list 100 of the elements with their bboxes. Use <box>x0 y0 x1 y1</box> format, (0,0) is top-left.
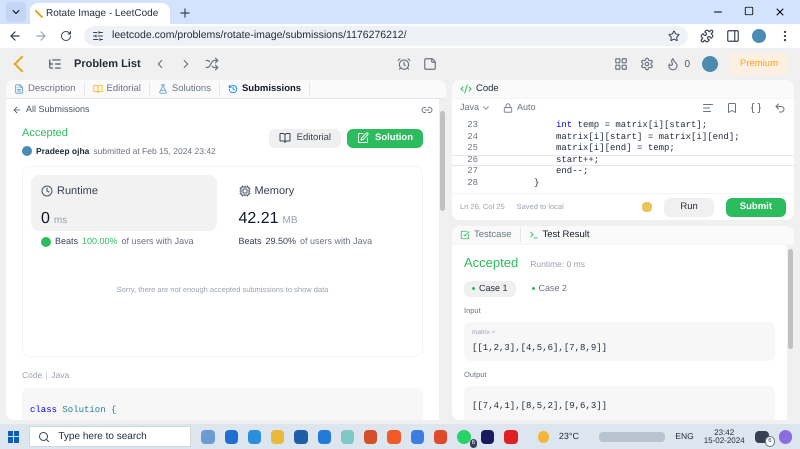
panel-tab[interactable]: Description <box>14 82 85 96</box>
alarm-icon <box>396 57 411 71</box>
memory-card-icon <box>238 185 250 197</box>
reload-icon <box>60 30 72 42</box>
edit-icon <box>357 132 369 144</box>
browser-tab[interactable]: Rotate Image - LeetCode <box>30 3 170 24</box>
search-placeholder: Type here to search <box>58 430 147 444</box>
back-link[interactable]: All Submissions <box>12 103 90 116</box>
panel-tab[interactable]: Submissions <box>228 82 310 96</box>
close-icon <box>774 6 786 18</box>
code-line: class Solution { <box>30 405 116 415</box>
restore-icon <box>744 6 754 16</box>
taskbar-app-icon[interactable] <box>481 430 494 444</box>
result-runtime: Runtime: 0 ms <box>530 258 585 271</box>
code-line: matrix[i][end] = temp; <box>555 142 675 155</box>
avatar <box>752 29 766 43</box>
flame-icon <box>666 57 680 71</box>
start-icon[interactable] <box>8 430 20 442</box>
problem-list-link[interactable]: Problem List <box>74 56 141 72</box>
result-status: Accepted <box>464 254 518 272</box>
submitted-time: submitted at Feb 15, 2024 23:42 <box>93 145 216 158</box>
language-dropdown[interactable]: Java <box>460 100 492 114</box>
panel-tab[interactable]: Testcase <box>460 228 520 242</box>
code-line: start++; <box>555 154 600 166</box>
stat-value: 0 <box>41 209 50 230</box>
notification-icon[interactable] <box>754 430 769 442</box>
code-language: Java <box>51 369 70 382</box>
run-button[interactable]: Run <box>664 198 714 216</box>
runtime-card-icon <box>41 185 53 197</box>
weather-icon <box>538 430 549 442</box>
list-icon <box>48 57 62 71</box>
document-icon <box>14 84 24 94</box>
tab-search-button[interactable] <box>6 2 26 22</box>
book-icon <box>278 132 291 144</box>
shuffle-icon <box>204 57 219 71</box>
panel-tab[interactable]: Solutions <box>158 82 220 96</box>
code-label: Code <box>22 369 42 382</box>
flask-icon <box>158 84 168 94</box>
braces-icon <box>750 102 762 114</box>
line-number: 26 <box>466 154 479 166</box>
checkbox-icon <box>460 230 470 240</box>
avatar <box>22 146 32 156</box>
beats-suffix: of users with Java <box>300 235 372 248</box>
undo-icon <box>774 102 786 114</box>
note-icon <box>422 57 437 71</box>
search-icon <box>38 430 50 442</box>
submission-status: Accepted <box>22 126 69 140</box>
panel-tab[interactable]: Editorial <box>92 82 150 96</box>
bookmark-icon <box>726 102 738 114</box>
beats-text: Beats <box>55 235 78 248</box>
logo-icon <box>34 9 44 18</box>
history-icon <box>228 84 238 94</box>
extensions-icon <box>700 29 714 43</box>
stat-unit: ms <box>54 214 68 228</box>
code-line: } <box>533 176 540 190</box>
case-tab[interactable]: Case 1 <box>464 280 516 296</box>
beats-percent: 29.50% <box>266 235 296 248</box>
clock-time: 23:42 <box>714 428 734 436</box>
language-indicator[interactable]: ENG <box>675 430 694 443</box>
output-value: [[7,4,1],[8,5,2],[9,6,3]] <box>472 401 608 412</box>
back-icon <box>8 29 22 43</box>
plus-icon <box>178 6 192 20</box>
code-line: int temp = matrix[i][start]; <box>555 119 708 132</box>
grid-icon <box>614 57 628 71</box>
book-icon <box>92 84 103 94</box>
taskbar-search-field[interactable]: Type here to search <box>29 426 192 447</box>
url-text: leetcode.com/problems/rotate-image/submissions/1176276212/ <box>112 28 408 44</box>
weather-temperature: 23°C <box>558 430 580 443</box>
stat-label: Memory <box>254 184 294 199</box>
address-bar[interactable]: leetcode.com/problems/rotate-image/submissions/1176276212/ <box>84 26 688 46</box>
beats-percent: 100.00% <box>82 235 118 248</box>
line-number: 25 <box>466 142 479 155</box>
beats-text: Beats <box>238 235 262 248</box>
code-line: matrix[i][start] = matrix[i][end]; <box>555 130 740 144</box>
beats-suffix: of users with Java <box>122 235 194 248</box>
avatar <box>702 56 718 72</box>
author-name: Pradeep ojha <box>36 145 90 158</box>
side-panel-icon <box>726 29 740 43</box>
stat-value: 42.21 <box>238 209 279 230</box>
badge-icon <box>41 237 51 247</box>
line-number: 27 <box>466 165 479 178</box>
code-line: end--; <box>555 165 588 178</box>
streak-count: 0 <box>684 58 690 72</box>
star-icon <box>668 30 680 42</box>
input-value: [[1,2,3],[4,5,6],[7,8,9]] <box>472 342 608 354</box>
back-arrow-icon <box>12 104 22 115</box>
line-number: 28 <box>466 176 479 190</box>
line-number: 24 <box>466 130 479 144</box>
panel-tab[interactable]: Test Result <box>528 228 598 242</box>
lock-icon <box>503 102 514 112</box>
editorial-button[interactable]: Editorial <box>268 128 341 148</box>
tab-title: Rotate Image - LeetCode <box>46 7 158 21</box>
panel-title: Code <box>476 82 499 96</box>
stat-label: Runtime <box>57 184 98 199</box>
clock-date: 15-02-2024 <box>704 436 745 444</box>
line-number: 23 <box>466 119 479 132</box>
code-icon <box>460 83 472 95</box>
site-settings-icon <box>92 30 104 42</box>
case-tab[interactable]: Case 2 <box>524 280 576 296</box>
settings-icon <box>640 57 654 71</box>
